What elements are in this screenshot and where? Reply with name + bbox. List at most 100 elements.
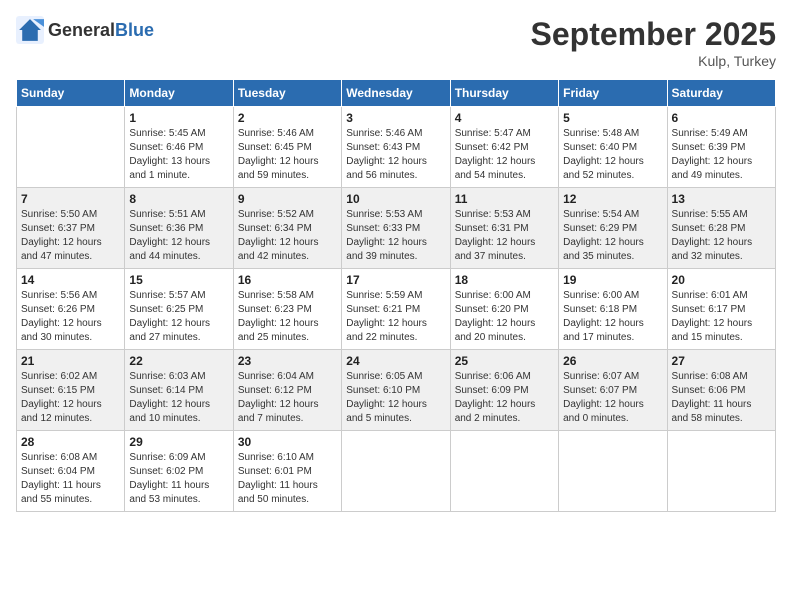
cell-info: Sunrise: 5:49 AM Sunset: 6:39 PM Dayligh… bbox=[672, 127, 771, 183]
cell-info: Sunrise: 5:52 AM Sunset: 6:34 PM Dayligh… bbox=[238, 208, 337, 264]
cell-info: Sunrise: 5:47 AM Sunset: 6:42 PM Dayligh… bbox=[455, 127, 554, 183]
cell-info: Sunrise: 6:08 AM Sunset: 6:06 PM Dayligh… bbox=[672, 370, 771, 426]
day-number: 3 bbox=[346, 111, 445, 125]
cell-info: Sunrise: 6:04 AM Sunset: 6:12 PM Dayligh… bbox=[238, 370, 337, 426]
calendar-cell: 27 Sunrise: 6:08 AM Sunset: 6:06 PM Dayli… bbox=[667, 350, 775, 431]
calendar-cell: 15 Sunrise: 5:57 AM Sunset: 6:25 PM Dayli… bbox=[125, 269, 233, 350]
calendar-cell: 8 Sunrise: 5:51 AM Sunset: 6:36 PM Daylig… bbox=[125, 188, 233, 269]
day-number: 6 bbox=[672, 111, 771, 125]
day-number: 1 bbox=[129, 111, 228, 125]
calendar-cell: 24 Sunrise: 6:05 AM Sunset: 6:10 PM Dayli… bbox=[342, 350, 450, 431]
cell-info: Sunrise: 6:00 AM Sunset: 6:18 PM Dayligh… bbox=[563, 289, 662, 345]
cell-info: Sunrise: 6:01 AM Sunset: 6:17 PM Dayligh… bbox=[672, 289, 771, 345]
calendar-cell: 18 Sunrise: 6:00 AM Sunset: 6:20 PM Dayli… bbox=[450, 269, 558, 350]
cell-info: Sunrise: 5:48 AM Sunset: 6:40 PM Dayligh… bbox=[563, 127, 662, 183]
day-number: 12 bbox=[563, 192, 662, 206]
calendar-cell: 25 Sunrise: 6:06 AM Sunset: 6:09 PM Dayli… bbox=[450, 350, 558, 431]
cell-info: Sunrise: 6:00 AM Sunset: 6:20 PM Dayligh… bbox=[455, 289, 554, 345]
calendar-cell: 14 Sunrise: 5:56 AM Sunset: 6:26 PM Dayli… bbox=[17, 269, 125, 350]
cell-info: Sunrise: 5:56 AM Sunset: 6:26 PM Dayligh… bbox=[21, 289, 120, 345]
calendar-week-row: 28 Sunrise: 6:08 AM Sunset: 6:04 PM Dayli… bbox=[17, 431, 776, 512]
title-area: September 2025 Kulp, Turkey bbox=[531, 16, 776, 69]
cell-info: Sunrise: 5:54 AM Sunset: 6:29 PM Dayligh… bbox=[563, 208, 662, 264]
day-number: 17 bbox=[346, 273, 445, 287]
cell-info: Sunrise: 5:53 AM Sunset: 6:33 PM Dayligh… bbox=[346, 208, 445, 264]
calendar-week-row: 21Sunrise: 6:02 AM Sunset: 6:15 PM Dayli… bbox=[17, 350, 776, 431]
cell-info: Sunrise: 5:50 AM Sunset: 6:37 PM Dayligh… bbox=[21, 208, 120, 264]
calendar-cell: 12 Sunrise: 5:54 AM Sunset: 6:29 PM Dayli… bbox=[559, 188, 667, 269]
calendar-header-row: SundayMondayTuesdayWednesdayThursdayFrid… bbox=[17, 80, 776, 107]
calendar-cell bbox=[559, 431, 667, 512]
calendar-cell: 9Sunrise: 5:52 AM Sunset: 6:34 PM Daylig… bbox=[233, 188, 341, 269]
day-number: 23 bbox=[238, 354, 337, 368]
cell-info: Sunrise: 5:51 AM Sunset: 6:36 PM Dayligh… bbox=[129, 208, 228, 264]
calendar-table: SundayMondayTuesdayWednesdayThursdayFrid… bbox=[16, 79, 776, 512]
header-monday: Monday bbox=[125, 80, 233, 107]
cell-info: Sunrise: 6:08 AM Sunset: 6:04 PM Dayligh… bbox=[21, 451, 120, 507]
calendar-week-row: 1 Sunrise: 5:45 AM Sunset: 6:46 PM Daylig… bbox=[17, 107, 776, 188]
day-number: 24 bbox=[346, 354, 445, 368]
day-number: 25 bbox=[455, 354, 554, 368]
cell-info: Sunrise: 5:46 AM Sunset: 6:45 PM Dayligh… bbox=[238, 127, 337, 183]
calendar-cell: 2Sunrise: 5:46 AM Sunset: 6:45 PM Daylig… bbox=[233, 107, 341, 188]
calendar-cell: 11 Sunrise: 5:53 AM Sunset: 6:31 PM Dayli… bbox=[450, 188, 558, 269]
calendar-cell bbox=[17, 107, 125, 188]
cell-info: Sunrise: 6:06 AM Sunset: 6:09 PM Dayligh… bbox=[455, 370, 554, 426]
calendar-week-row: 7 Sunrise: 5:50 AM Sunset: 6:37 PM Daylig… bbox=[17, 188, 776, 269]
header-sunday: Sunday bbox=[17, 80, 125, 107]
day-number: 22 bbox=[129, 354, 228, 368]
day-number: 14 bbox=[21, 273, 120, 287]
cell-info: Sunrise: 6:09 AM Sunset: 6:02 PM Dayligh… bbox=[129, 451, 228, 507]
calendar-cell: 10 Sunrise: 5:53 AM Sunset: 6:33 PM Dayli… bbox=[342, 188, 450, 269]
day-number: 28 bbox=[21, 435, 120, 449]
logo-blue: Blue bbox=[115, 20, 154, 40]
day-number: 15 bbox=[129, 273, 228, 287]
cell-info: Sunrise: 5:53 AM Sunset: 6:31 PM Dayligh… bbox=[455, 208, 554, 264]
cell-info: Sunrise: 6:10 AM Sunset: 6:01 PM Dayligh… bbox=[238, 451, 337, 507]
logo-text: GeneralBlue bbox=[48, 20, 154, 41]
header-friday: Friday bbox=[559, 80, 667, 107]
calendar-cell bbox=[667, 431, 775, 512]
day-number: 19 bbox=[563, 273, 662, 287]
calendar-cell: 19 Sunrise: 6:00 AM Sunset: 6:18 PM Dayli… bbox=[559, 269, 667, 350]
logo-icon bbox=[16, 16, 44, 44]
calendar-cell: 20 Sunrise: 6:01 AM Sunset: 6:17 PM Dayli… bbox=[667, 269, 775, 350]
page-header: GeneralBlue September 2025 Kulp, Turkey bbox=[16, 16, 776, 69]
cell-info: Sunrise: 6:02 AM Sunset: 6:15 PM Dayligh… bbox=[21, 370, 120, 426]
header-wednesday: Wednesday bbox=[342, 80, 450, 107]
cell-info: Sunrise: 5:58 AM Sunset: 6:23 PM Dayligh… bbox=[238, 289, 337, 345]
day-number: 20 bbox=[672, 273, 771, 287]
day-number: 18 bbox=[455, 273, 554, 287]
day-number: 13 bbox=[672, 192, 771, 206]
cell-info: Sunrise: 5:59 AM Sunset: 6:21 PM Dayligh… bbox=[346, 289, 445, 345]
day-number: 4 bbox=[455, 111, 554, 125]
day-number: 8 bbox=[129, 192, 228, 206]
calendar-cell bbox=[342, 431, 450, 512]
day-number: 27 bbox=[672, 354, 771, 368]
day-number: 26 bbox=[563, 354, 662, 368]
cell-info: Sunrise: 5:45 AM Sunset: 6:46 PM Dayligh… bbox=[129, 127, 228, 183]
month-title: September 2025 bbox=[531, 16, 776, 53]
cell-info: Sunrise: 5:46 AM Sunset: 6:43 PM Dayligh… bbox=[346, 127, 445, 183]
cell-info: Sunrise: 6:07 AM Sunset: 6:07 PM Dayligh… bbox=[563, 370, 662, 426]
calendar-cell: 21Sunrise: 6:02 AM Sunset: 6:15 PM Dayli… bbox=[17, 350, 125, 431]
cell-info: Sunrise: 6:03 AM Sunset: 6:14 PM Dayligh… bbox=[129, 370, 228, 426]
day-number: 10 bbox=[346, 192, 445, 206]
day-number: 5 bbox=[563, 111, 662, 125]
logo: GeneralBlue bbox=[16, 16, 154, 44]
header-saturday: Saturday bbox=[667, 80, 775, 107]
calendar-week-row: 14 Sunrise: 5:56 AM Sunset: 6:26 PM Dayli… bbox=[17, 269, 776, 350]
calendar-cell: 13Sunrise: 5:55 AM Sunset: 6:28 PM Dayli… bbox=[667, 188, 775, 269]
cell-info: Sunrise: 6:05 AM Sunset: 6:10 PM Dayligh… bbox=[346, 370, 445, 426]
calendar-cell: 22 Sunrise: 6:03 AM Sunset: 6:14 PM Dayli… bbox=[125, 350, 233, 431]
calendar-cell: 26 Sunrise: 6:07 AM Sunset: 6:07 PM Dayli… bbox=[559, 350, 667, 431]
day-number: 7 bbox=[21, 192, 120, 206]
day-number: 16 bbox=[238, 273, 337, 287]
day-number: 11 bbox=[455, 192, 554, 206]
calendar-cell: 17 Sunrise: 5:59 AM Sunset: 6:21 PM Dayli… bbox=[342, 269, 450, 350]
day-number: 29 bbox=[129, 435, 228, 449]
cell-info: Sunrise: 5:57 AM Sunset: 6:25 PM Dayligh… bbox=[129, 289, 228, 345]
day-number: 30 bbox=[238, 435, 337, 449]
calendar-cell: 5 Sunrise: 5:48 AM Sunset: 6:40 PM Daylig… bbox=[559, 107, 667, 188]
calendar-cell: 30 Sunrise: 6:10 AM Sunset: 6:01 PM Dayli… bbox=[233, 431, 341, 512]
